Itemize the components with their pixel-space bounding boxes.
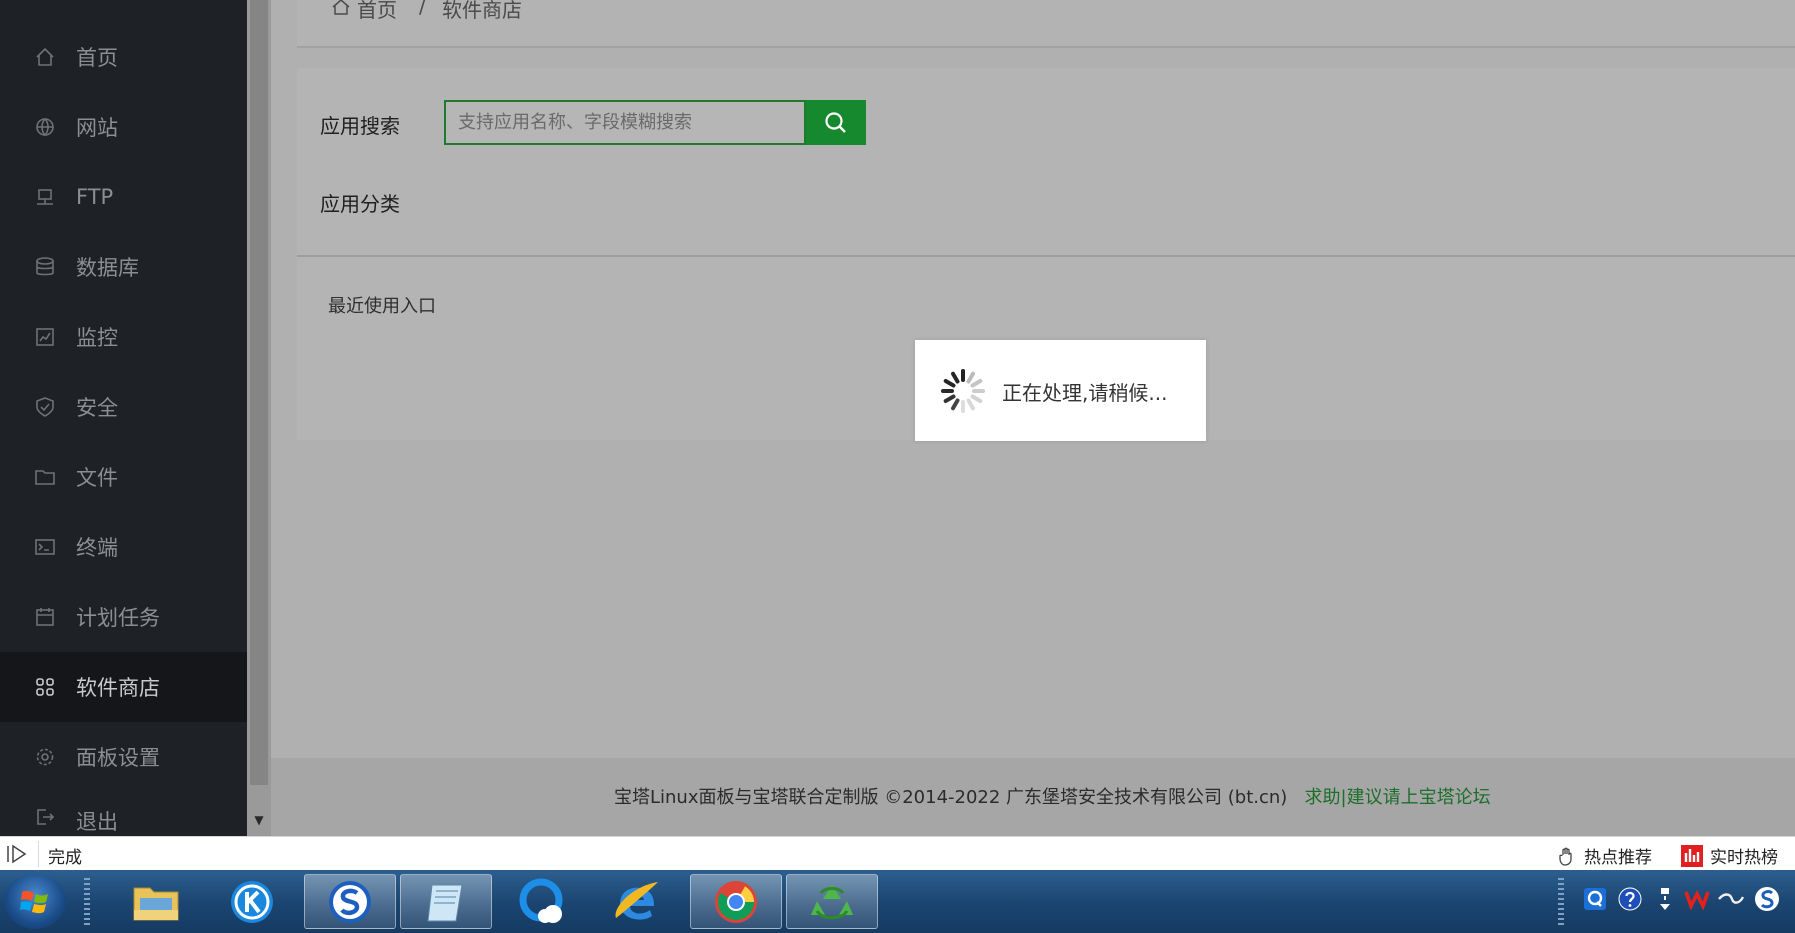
sidebar-item-label: 数据库 [76, 256, 139, 280]
scrollbar-thumb[interactable] [250, 0, 268, 785]
sidebar-item-label: 面板设置 [76, 746, 160, 770]
network-tray-icon[interactable] [1652, 886, 1678, 912]
search-input[interactable] [446, 102, 810, 143]
sidebar-item-ftp[interactable]: FTP [0, 162, 247, 232]
hot-recommend-label: 热点推荐 [1584, 848, 1652, 868]
internet-explorer-icon [615, 881, 658, 920]
terminal-icon [34, 536, 56, 558]
apps-icon [34, 676, 56, 698]
folder-icon [133, 887, 179, 920]
notes-app-taskbar-button[interactable] [400, 874, 492, 929]
hand-icon [1559, 847, 1572, 866]
sogou-input-tray-icon[interactable] [1754, 886, 1780, 912]
scroll-down-arrow-icon[interactable]: ▼ [247, 808, 271, 832]
tray-grip[interactable] [1558, 878, 1564, 926]
sidebar-item-cron[interactable]: 计划任务 [0, 582, 247, 652]
breadcrumb-home[interactable]: 首页 [357, 0, 397, 23]
start-button[interactable] [4, 874, 66, 929]
wps-tray-icon[interactable] [1684, 886, 1710, 912]
browser-status-bar: 完成 热点推荐 实时热榜 [0, 836, 1795, 871]
sidebar-item-database[interactable]: 数据库 [0, 232, 247, 302]
gear-icon [34, 746, 56, 768]
sidebar-item-settings[interactable]: 面板设置 [0, 722, 247, 792]
sidebar-item-terminal[interactable]: 终端 [0, 512, 247, 582]
k-app-icon [231, 880, 273, 923]
sidebar-item-label: 安全 [76, 396, 118, 420]
sidebar-item-security[interactable]: 安全 [0, 372, 247, 442]
footer-text: 宝塔Linux面板与宝塔联合定制版 ©2014-2022 广东堡塔安全技术有限公… [614, 783, 1491, 809]
sidebar-item-label: 软件商店 [76, 676, 160, 700]
qq-browser-icon [519, 878, 563, 923]
sidebar-item-label: FTP [76, 185, 114, 209]
sidebar-item-home[interactable]: 首页 [0, 22, 247, 92]
sidebar: 首页 网站 FTP 数据库 监控 安全 文件 终端 计划任务 软件商店 面板设置 [0, 0, 247, 836]
recent-entries-label: 最近使用入口 [328, 296, 436, 317]
bar-chart-icon [1681, 844, 1703, 867]
realtime-ranking-label: 实时热榜 [1710, 848, 1778, 868]
internet-explorer-taskbar-button[interactable] [592, 874, 684, 929]
loading-text: 正在处理,请稍候... [1002, 381, 1168, 405]
sidebar-item-files[interactable]: 文件 [0, 442, 247, 512]
play-icon[interactable] [5, 844, 29, 864]
search-label: 应用搜索 [320, 114, 400, 138]
folder-icon [34, 466, 56, 488]
sidebar-item-software-store[interactable]: 软件商店 [0, 652, 247, 722]
calendar-icon [34, 606, 56, 628]
sogou-browser-taskbar-button[interactable] [304, 874, 396, 929]
breadcrumb: 首页 / 软件商店 [297, 0, 1795, 48]
sidebar-item-monitor[interactable]: 监控 [0, 302, 247, 372]
file-explorer-taskbar-button[interactable] [110, 874, 202, 929]
k-app-taskbar-button[interactable] [206, 874, 298, 929]
sidebar-item-label: 网站 [76, 116, 118, 140]
panel-divider [297, 255, 1795, 257]
status-separator [38, 841, 39, 867]
breadcrumb-current: 软件商店 [442, 0, 522, 22]
sidebar-item-label: 终端 [76, 536, 118, 560]
footer: 宝塔Linux面板与宝塔联合定制版 ©2014-2022 广东堡塔安全技术有限公… [271, 758, 1795, 836]
ftp-icon [34, 186, 56, 208]
notepad-icon [427, 884, 463, 921]
chrome-icon [715, 880, 757, 923]
qq-tray-icon[interactable] [1582, 886, 1608, 912]
database-icon [34, 256, 56, 278]
status-text: 完成 [48, 848, 82, 868]
sidebar-item-label: 首页 [76, 46, 118, 70]
home-icon [34, 46, 56, 68]
remote-tray-icon[interactable] [1718, 886, 1744, 912]
shield-icon [34, 396, 56, 418]
sogou-browser-icon [329, 880, 371, 923]
sidebar-item-label: 退出 [76, 810, 118, 834]
search-button[interactable] [806, 100, 866, 145]
sidebar-item-label: 计划任务 [76, 606, 160, 630]
home-icon [332, 0, 350, 15]
loading-spinner-icon [941, 369, 985, 413]
realtime-ranking-button[interactable]: 实时热榜 [1680, 843, 1778, 868]
footer-copyright: 宝塔Linux面板与宝塔联合定制版 ©2014-2022 广东堡塔安全技术有限公… [614, 787, 1288, 808]
recycle-icon [811, 884, 853, 919]
sidebar-scrollbar[interactable]: ▼ [247, 0, 271, 836]
windows-logo-icon [20, 890, 48, 914]
loading-dialog: 正在处理,请稍候... [915, 340, 1206, 441]
sidebar-item-label: 监控 [76, 326, 118, 350]
search-icon [825, 111, 846, 133]
logout-icon [34, 806, 56, 828]
help-tray-icon[interactable] [1617, 886, 1643, 912]
taskbar-grip[interactable] [84, 878, 90, 926]
footer-forum-link[interactable]: 求助|建议请上宝塔论坛 [1305, 787, 1491, 808]
sidebar-item-website[interactable]: 网站 [0, 92, 247, 162]
chrome-taskbar-button[interactable] [690, 874, 782, 929]
sidebar-item-logout[interactable]: 退出 [0, 792, 247, 836]
taskbar [0, 870, 1795, 933]
sidebar-item-label: 文件 [76, 466, 118, 490]
hot-recommend-button[interactable]: 热点推荐 [1556, 843, 1652, 868]
category-label: 应用分类 [320, 192, 400, 216]
monitor-icon [34, 326, 56, 348]
breadcrumb-separator: / [419, 0, 426, 18]
globe-icon [34, 116, 56, 138]
recycle-app-taskbar-button[interactable] [786, 874, 878, 929]
search-field[interactable] [444, 100, 810, 145]
qq-browser-taskbar-button[interactable] [496, 874, 588, 929]
